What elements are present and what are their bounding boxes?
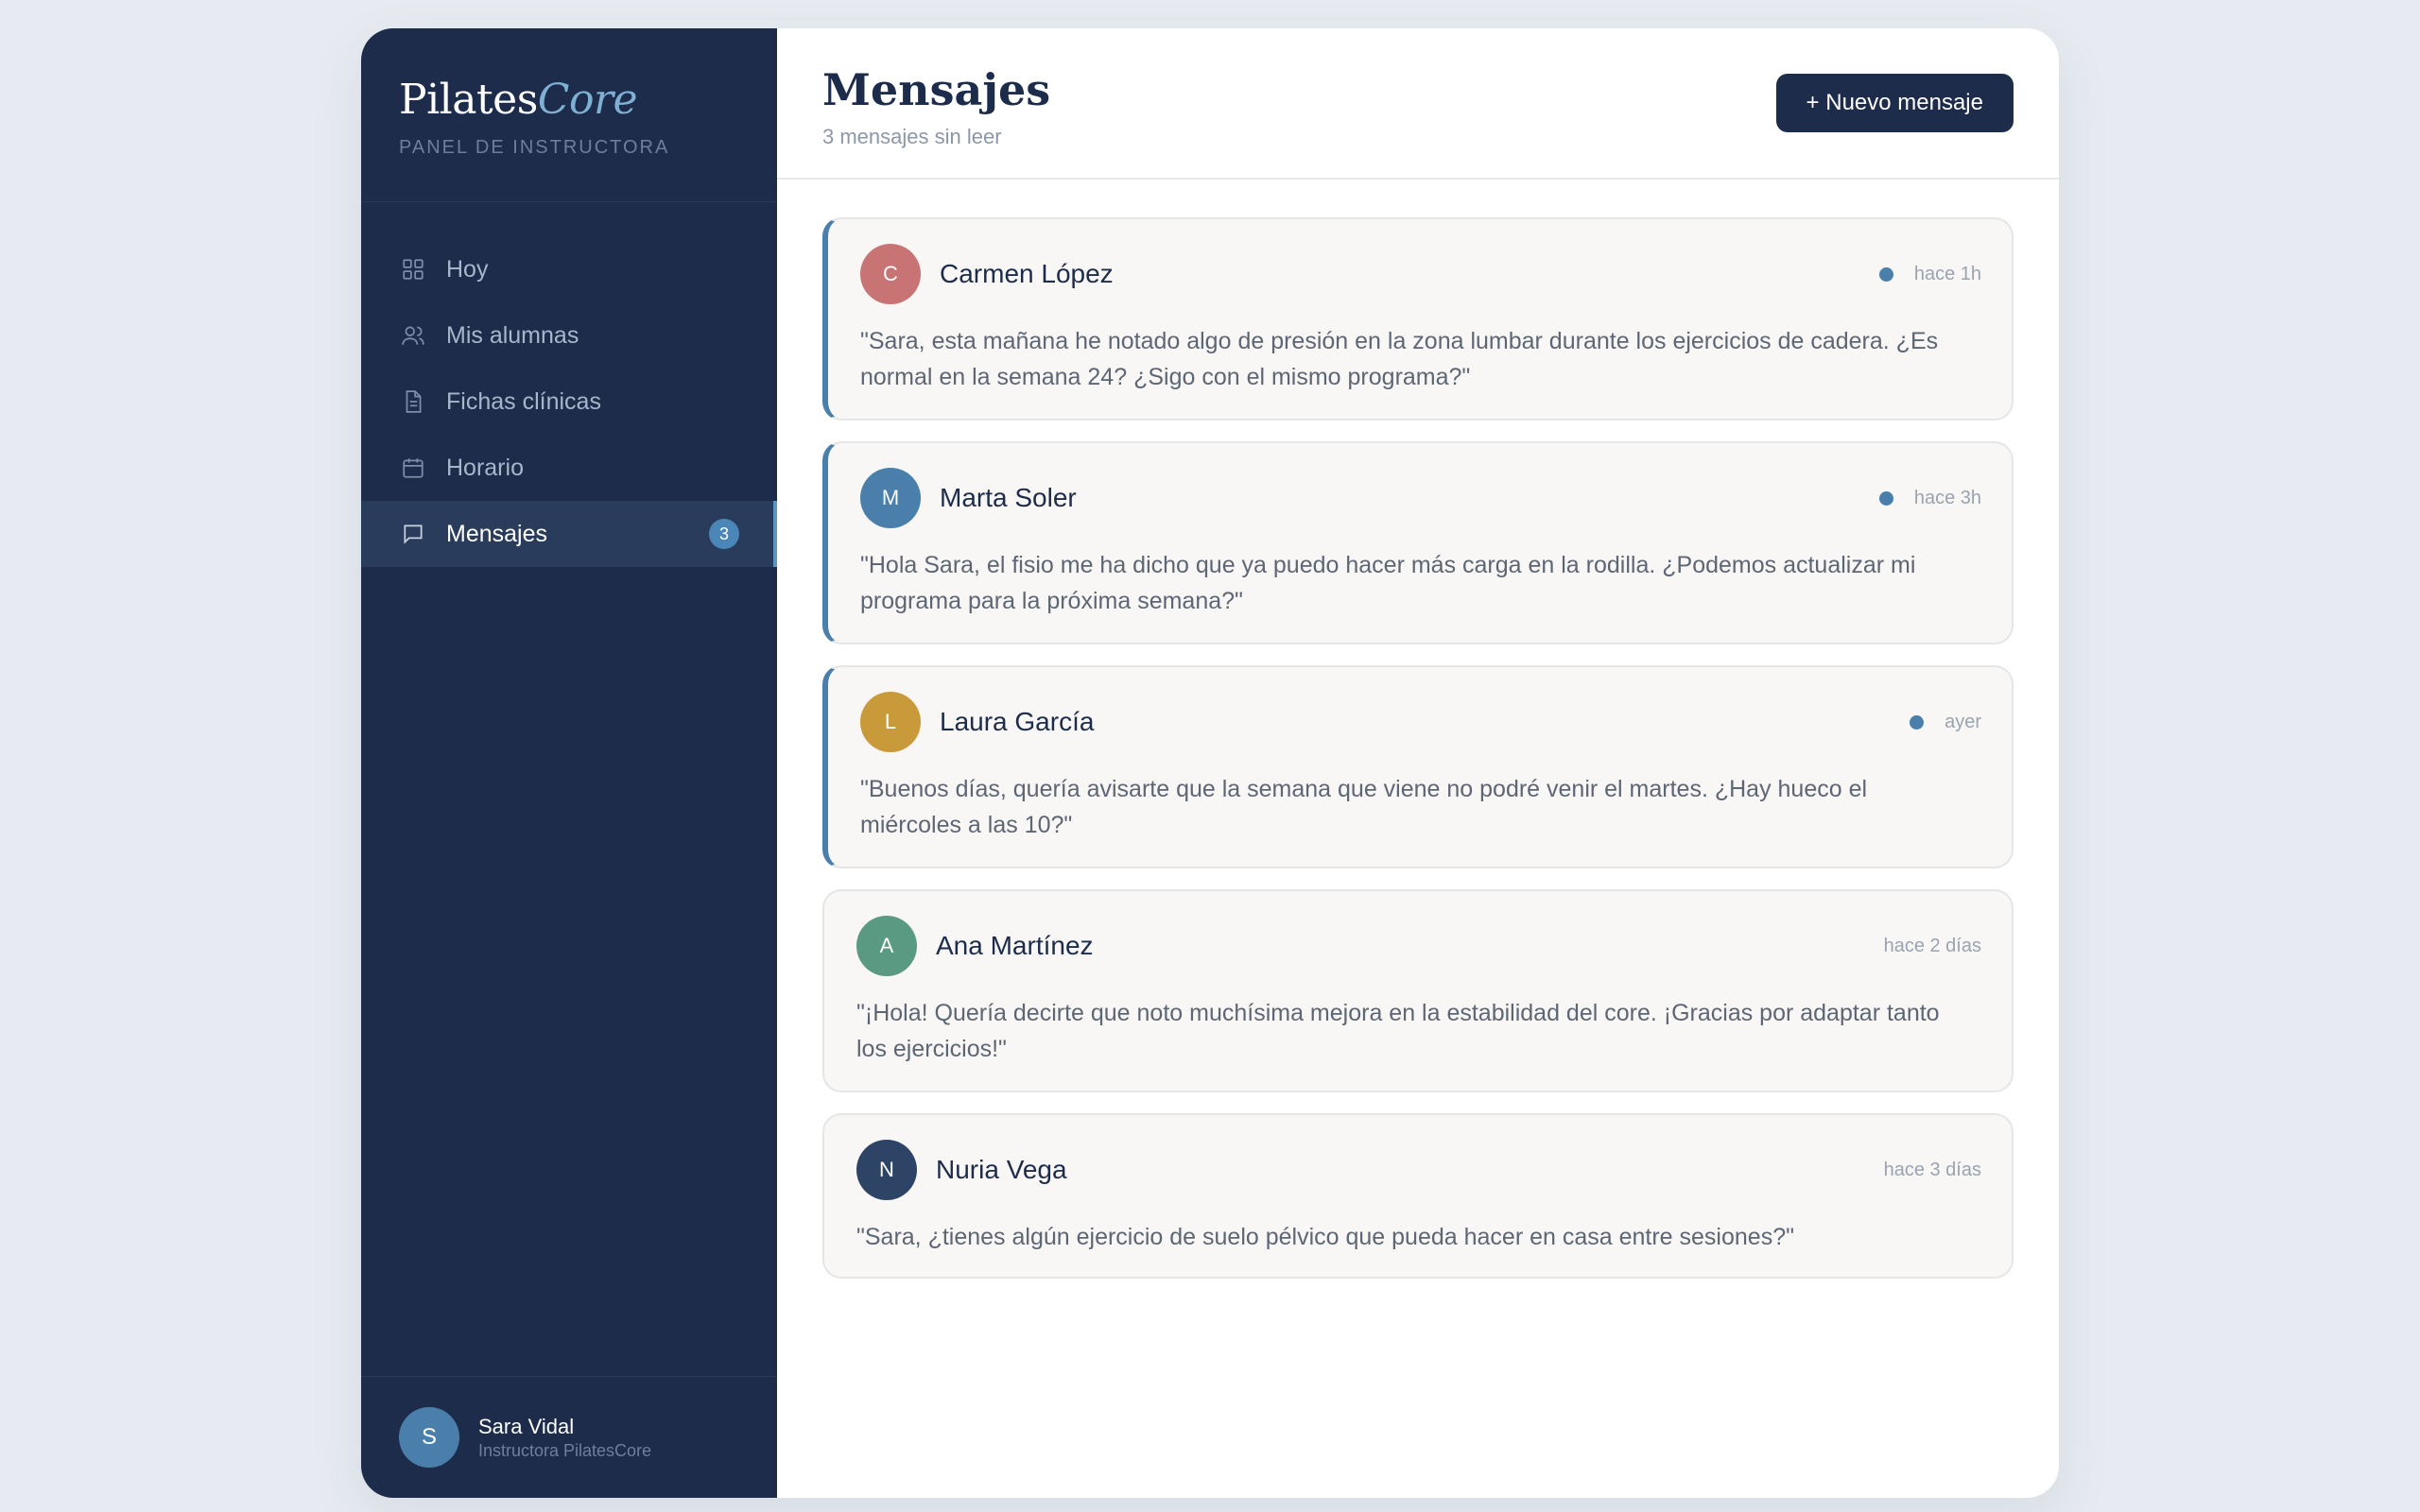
avatar: L	[860, 692, 921, 752]
brand-logo[interactable]: PilatesCore	[399, 76, 739, 124]
sender-name: Marta Soler	[940, 483, 1077, 512]
message-card-nuria[interactable]: N Nuria Vega hace 3 días "Sara, ¿tienes …	[822, 1113, 2014, 1279]
page-header: Mensajes 3 mensajes sin leer + Nuevo men…	[777, 28, 2059, 180]
message-preview: "Sara, ¿tienes algún ejercicio de suelo …	[856, 1224, 1794, 1250]
message-meta: hace 2 días	[1884, 936, 1981, 957]
message-header: N Nuria Vega hace 3 días	[856, 1140, 1981, 1200]
message-preview: "Buenos días, quería avisarte que la sem…	[860, 776, 1868, 838]
avatar: C	[860, 244, 921, 304]
message-header: C Carmen López hace 1h	[860, 244, 1981, 304]
grid-icon	[399, 255, 427, 284]
message-time: hace 3h	[1913, 487, 1981, 508]
message-card-carmen[interactable]: C Carmen López hace 1h "Sara, esta mañan…	[822, 217, 2014, 421]
new-message-button[interactable]: + Nuevo mensaje	[1775, 74, 2014, 132]
message-time: hace 3 días	[1883, 1159, 1981, 1180]
sidebar-item-label: Horario	[446, 454, 524, 481]
message-preview: "Hola Sara, el fisio me ha dicho que ya …	[860, 552, 1916, 614]
sidebar-item-mis-alumnas[interactable]: Mis alumnas	[361, 302, 777, 369]
sidebar-item-hoy[interactable]: Hoy	[361, 236, 777, 302]
sidebar-item-horario[interactable]: Horario	[361, 435, 777, 501]
avatar: M	[860, 468, 921, 528]
sidebar-item-label: Hoy	[446, 255, 489, 283]
user-info: Sara Vidal Instructora PilatesCore	[478, 1415, 651, 1461]
sidebar-nav: Hoy Mis alumnas Fichas clínicas Horario	[361, 202, 777, 567]
message-card-laura[interactable]: L Laura García ayer "Buenos días, quería…	[822, 665, 2014, 868]
message-header: L Laura García ayer	[860, 692, 1981, 752]
message-header: A Ana Martínez hace 2 días	[856, 916, 1981, 976]
main-content: Mensajes 3 mensajes sin leer + Nuevo men…	[777, 28, 2059, 1498]
message-meta: ayer	[1910, 712, 1981, 733]
message-meta: hace 1h	[1878, 263, 1981, 285]
message-card-marta[interactable]: M Marta Soler hace 3h "Hola Sara, el fis…	[822, 441, 2014, 644]
message-list: C Carmen López hace 1h "Sara, esta mañan…	[777, 180, 2059, 1279]
sidebar: PilatesCore PANEL DE INSTRUCTORA Hoy Mis…	[361, 28, 777, 1498]
sidebar-item-label: Fichas clínicas	[446, 387, 601, 415]
user-role: Instructora PilatesCore	[478, 1440, 652, 1460]
message-card-ana[interactable]: A Ana Martínez hace 2 días "¡Hola! Querí…	[822, 889, 2014, 1092]
message-preview: "Sara, esta mañana he notado algo de pre…	[860, 328, 1939, 390]
users-icon	[399, 321, 427, 350]
unread-dot-icon	[1910, 714, 1925, 730]
sidebar-item-label: Mensajes	[446, 520, 547, 547]
sender-name: Nuria Vega	[936, 1155, 1067, 1184]
app-window: PilatesCore PANEL DE INSTRUCTORA Hoy Mis…	[361, 28, 2059, 1498]
sender-name: Carmen López	[940, 259, 1114, 288]
avatar: S	[399, 1407, 459, 1468]
sender-name: Laura García	[940, 707, 1095, 736]
document-icon	[399, 387, 427, 416]
brand-name-main: Pilates	[399, 76, 538, 124]
unread-dot-icon	[1878, 490, 1893, 506]
user-profile[interactable]: S Sara Vidal Instructora PilatesCore	[361, 1376, 777, 1498]
brand-subtitle: PANEL DE INSTRUCTORA	[399, 137, 670, 158]
avatar: N	[856, 1140, 917, 1200]
sidebar-item-mensajes[interactable]: Mensajes 3	[361, 501, 777, 567]
message-time: hace 1h	[1913, 263, 1981, 284]
sender-name: Ana Martínez	[936, 931, 1094, 960]
chat-icon	[399, 520, 427, 548]
message-time: hace 2 días	[1883, 935, 1981, 956]
sidebar-item-fichas-clinicas[interactable]: Fichas clínicas	[361, 369, 777, 435]
message-header: M Marta Soler hace 3h	[860, 468, 1981, 528]
message-time: ayer	[1945, 711, 1981, 732]
sidebar-item-label: Mis alumnas	[446, 321, 579, 349]
brand-name-accent: Core	[537, 76, 638, 124]
message-meta: hace 3h	[1878, 487, 1981, 509]
message-preview: "¡Hola! Quería decirte que noto muchísim…	[856, 1000, 1940, 1062]
message-meta: hace 3 días	[1884, 1160, 1981, 1181]
avatar: A	[856, 916, 917, 976]
user-name: Sara Vidal	[478, 1414, 575, 1438]
unread-count-badge: 3	[709, 519, 739, 549]
calendar-icon	[399, 454, 427, 482]
brand: PilatesCore PANEL DE INSTRUCTORA	[361, 28, 777, 202]
unread-dot-icon	[1878, 266, 1893, 282]
